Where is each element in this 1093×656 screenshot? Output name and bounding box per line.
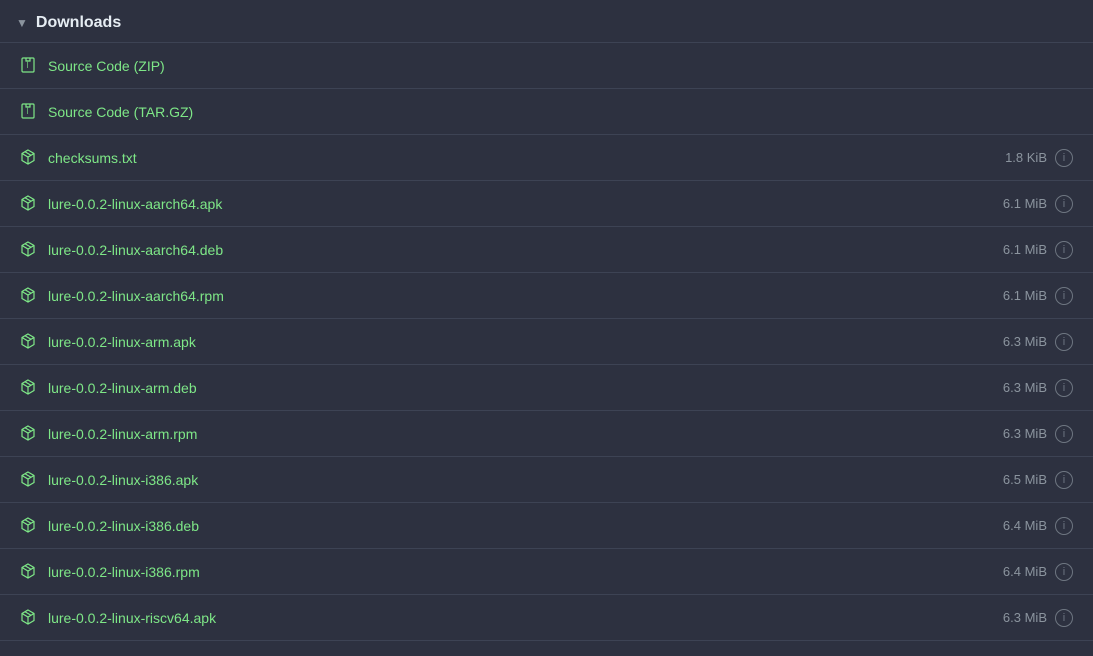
downloads-header[interactable]: ▼ Downloads — [0, 8, 1093, 42]
download-item-left: lure-0.0.2-linux-i386.rpm — [20, 563, 200, 581]
file-name[interactable]: lure-0.0.2-linux-aarch64.apk — [48, 196, 222, 212]
file-icon — [20, 57, 38, 75]
info-icon[interactable]: i — [1055, 425, 1073, 443]
download-item-left: lure-0.0.2-linux-aarch64.apk — [20, 195, 222, 213]
info-icon[interactable]: i — [1055, 287, 1073, 305]
file-icon — [20, 471, 38, 489]
file-size: 6.4 MiB — [1003, 518, 1047, 533]
download-item-right: 6.3 MiB i — [1003, 333, 1073, 351]
download-item-right: 6.3 MiB i — [1003, 425, 1073, 443]
download-item-right: 6.1 MiB i — [1003, 287, 1073, 305]
download-item-left: lure-0.0.2-linux-aarch64.deb — [20, 241, 223, 259]
file-name[interactable]: lure-0.0.2-linux-i386.deb — [48, 518, 199, 534]
download-item-right: 6.1 MiB i — [1003, 195, 1073, 213]
download-item[interactable]: lure-0.0.2-linux-arm.deb 6.3 MiB i — [0, 365, 1093, 411]
download-item[interactable]: lure-0.0.2-linux-riscv64.apk 6.3 MiB i — [0, 595, 1093, 641]
file-icon — [20, 241, 38, 259]
file-name[interactable]: lure-0.0.2-linux-arm.apk — [48, 334, 196, 350]
file-icon — [20, 517, 38, 535]
download-item-right: 6.1 MiB i — [1003, 241, 1073, 259]
download-item[interactable]: Source Code (TAR.GZ) — [0, 89, 1093, 135]
download-item-left: checksums.txt — [20, 149, 137, 167]
file-size: 6.1 MiB — [1003, 196, 1047, 211]
download-item[interactable]: Source Code (ZIP) — [0, 43, 1093, 89]
download-item[interactable]: lure-0.0.2-linux-aarch64.deb 6.1 MiB i — [0, 227, 1093, 273]
download-item-left: lure-0.0.2-linux-aarch64.rpm — [20, 287, 224, 305]
download-item[interactable]: checksums.txt 1.8 KiB i — [0, 135, 1093, 181]
downloads-title: Downloads — [36, 14, 121, 32]
download-item-left: lure-0.0.2-linux-arm.apk — [20, 333, 196, 351]
file-name[interactable]: checksums.txt — [48, 150, 137, 166]
info-icon[interactable]: i — [1055, 149, 1073, 167]
download-item-right: 1.8 KiB i — [1005, 149, 1073, 167]
downloads-section: ▼ Downloads Source Code (ZIP) Source Cod… — [0, 0, 1093, 649]
download-item-right: 6.4 MiB i — [1003, 517, 1073, 535]
info-icon[interactable]: i — [1055, 563, 1073, 581]
download-item-right: 6.3 MiB i — [1003, 609, 1073, 627]
file-size: 6.3 MiB — [1003, 610, 1047, 625]
file-name[interactable]: lure-0.0.2-linux-arm.deb — [48, 380, 197, 396]
file-size: 1.8 KiB — [1005, 150, 1047, 165]
download-item[interactable]: lure-0.0.2-linux-i386.apk 6.5 MiB i — [0, 457, 1093, 503]
download-item-right: 6.5 MiB i — [1003, 471, 1073, 489]
download-item-left: lure-0.0.2-linux-riscv64.apk — [20, 609, 216, 627]
file-name[interactable]: lure-0.0.2-linux-arm.rpm — [48, 426, 197, 442]
download-item[interactable]: lure-0.0.2-linux-aarch64.apk 6.1 MiB i — [0, 181, 1093, 227]
download-item-left: lure-0.0.2-linux-arm.rpm — [20, 425, 197, 443]
file-size: 6.1 MiB — [1003, 242, 1047, 257]
file-size: 6.3 MiB — [1003, 380, 1047, 395]
info-icon[interactable]: i — [1055, 195, 1073, 213]
file-icon — [20, 425, 38, 443]
download-item[interactable]: lure-0.0.2-linux-arm.apk 6.3 MiB i — [0, 319, 1093, 365]
file-size: 6.3 MiB — [1003, 334, 1047, 349]
file-name[interactable]: Source Code (ZIP) — [48, 58, 165, 74]
chevron-icon: ▼ — [16, 16, 28, 30]
download-item-left: lure-0.0.2-linux-i386.deb — [20, 517, 199, 535]
file-size: 6.5 MiB — [1003, 472, 1047, 487]
file-name[interactable]: lure-0.0.2-linux-i386.apk — [48, 472, 198, 488]
download-item-left: lure-0.0.2-linux-arm.deb — [20, 379, 197, 397]
info-icon[interactable]: i — [1055, 379, 1073, 397]
file-icon — [20, 103, 38, 121]
info-icon[interactable]: i — [1055, 471, 1073, 489]
info-icon[interactable]: i — [1055, 517, 1073, 535]
file-name[interactable]: lure-0.0.2-linux-aarch64.rpm — [48, 288, 224, 304]
file-icon — [20, 563, 38, 581]
download-item-right: 6.4 MiB i — [1003, 563, 1073, 581]
info-icon[interactable]: i — [1055, 333, 1073, 351]
file-icon — [20, 287, 38, 305]
download-item[interactable]: lure-0.0.2-linux-i386.rpm 6.4 MiB i — [0, 549, 1093, 595]
download-item[interactable]: lure-0.0.2-linux-arm.rpm 6.3 MiB i — [0, 411, 1093, 457]
file-icon — [20, 149, 38, 167]
file-name[interactable]: lure-0.0.2-linux-riscv64.apk — [48, 610, 216, 626]
download-item-right: 6.3 MiB i — [1003, 379, 1073, 397]
file-size: 6.4 MiB — [1003, 564, 1047, 579]
file-name[interactable]: lure-0.0.2-linux-aarch64.deb — [48, 242, 223, 258]
download-item[interactable]: lure-0.0.2-linux-aarch64.rpm 6.1 MiB i — [0, 273, 1093, 319]
file-size: 6.1 MiB — [1003, 288, 1047, 303]
file-name[interactable]: Source Code (TAR.GZ) — [48, 104, 193, 120]
downloads-list: Source Code (ZIP) Source Code (TAR.GZ) — [0, 42, 1093, 641]
file-size: 6.3 MiB — [1003, 426, 1047, 441]
file-name[interactable]: lure-0.0.2-linux-i386.rpm — [48, 564, 200, 580]
download-item-left: Source Code (ZIP) — [20, 57, 165, 75]
info-icon[interactable]: i — [1055, 609, 1073, 627]
file-icon — [20, 609, 38, 627]
file-icon — [20, 195, 38, 213]
file-icon — [20, 379, 38, 397]
download-item-left: Source Code (TAR.GZ) — [20, 103, 193, 121]
file-icon — [20, 333, 38, 351]
download-item[interactable]: lure-0.0.2-linux-i386.deb 6.4 MiB i — [0, 503, 1093, 549]
info-icon[interactable]: i — [1055, 241, 1073, 259]
download-item-left: lure-0.0.2-linux-i386.apk — [20, 471, 198, 489]
